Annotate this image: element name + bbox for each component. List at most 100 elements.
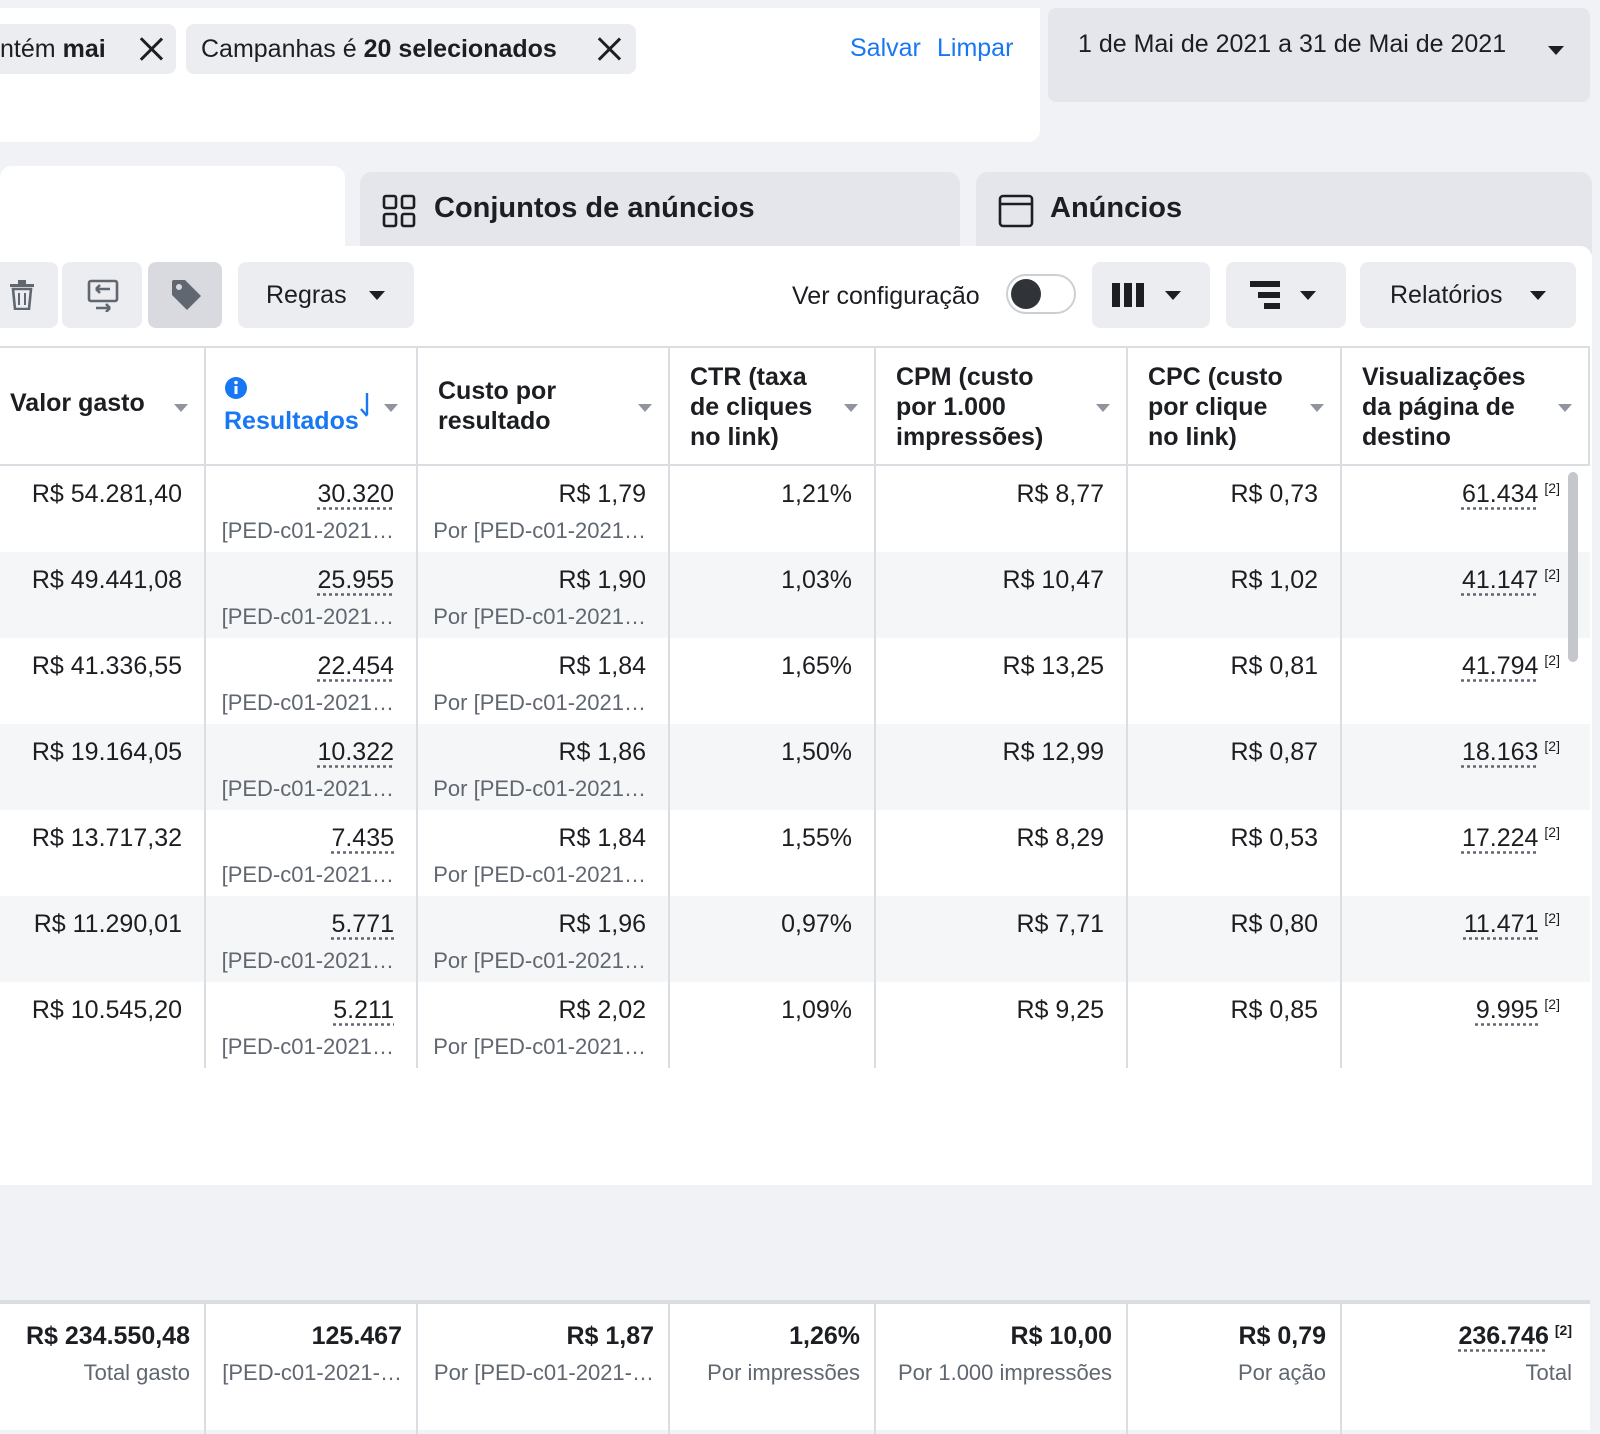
total-subtext: Por impressões	[707, 1360, 860, 1385]
cell-cpm: R$ 9,25	[876, 982, 1128, 1068]
column-header-label: Visualizações da página de destino	[1362, 363, 1526, 451]
clear-filter-button[interactable]: Limpar	[937, 34, 1013, 63]
column-header-label: Resultados	[224, 407, 359, 435]
attribution-note: [2]	[1544, 652, 1560, 668]
cell-value[interactable]: 18.163 [2]	[1462, 738, 1560, 767]
cell-value: R$ 1,84	[558, 824, 646, 852]
cell-value[interactable]: 5.771	[331, 910, 394, 939]
cell-spend: R$ 54.281,40	[0, 466, 206, 552]
close-icon[interactable]	[138, 36, 164, 62]
delete-button[interactable]	[0, 262, 58, 328]
breakdown-button[interactable]	[1226, 262, 1346, 328]
cell-lpv: 61.434 [2]	[1342, 466, 1590, 552]
total-subtext: [PED-c01-2021-…	[222, 1360, 402, 1385]
cell-ctr: 1,03%	[670, 552, 876, 638]
cell-value-text[interactable]: 9.995	[1476, 996, 1539, 1024]
table-row[interactable]: R$ 11.290,01 5.771 [PED-c01-2021… R$ 1,96 Po…	[0, 896, 1590, 982]
cell-cpr: R$ 2,02 Por [PED-c01-2021…	[418, 982, 670, 1068]
cell-value[interactable]: 17.224 [2]	[1462, 824, 1560, 853]
table-row[interactable]: R$ 54.281,40 30.320 [PED-c01-2021… R$ 1,79 P…	[0, 466, 1590, 552]
main-panel: Regras Ver configuração Relatórios Valor…	[0, 246, 1592, 1434]
attribution-note: [2]	[1544, 480, 1560, 496]
cell-ctr: 1,55%	[670, 810, 876, 896]
cell-ctr: 1,50%	[670, 724, 876, 810]
close-icon[interactable]	[596, 36, 622, 62]
cell-value[interactable]: 11.471 [2]	[1464, 910, 1560, 939]
tag-icon	[172, 280, 201, 310]
date-range-picker[interactable]: 1 de Mai de 2021 a 31 de Mai de 2021	[1048, 8, 1590, 102]
cell-subtext: Por [PED-c01-2021…	[433, 862, 646, 887]
cell-value-text[interactable]: 18.163	[1462, 738, 1538, 766]
filter-chip-name[interactable]: ntém mai	[0, 24, 176, 74]
info-icon[interactable]	[224, 376, 248, 400]
cell-value-text[interactable]: 11.471	[1464, 910, 1539, 938]
chevron-down-icon	[369, 291, 385, 300]
cell-value[interactable]: 41.794 [2]	[1462, 652, 1560, 681]
cell-ctr: 1,09%	[670, 982, 876, 1068]
column-header-cpm[interactable]: CPM (custo por 1.000 impressões)	[876, 346, 1128, 466]
attribution-note: [2]	[1544, 996, 1560, 1012]
cell-value[interactable]: 30.320	[318, 480, 394, 509]
column-header-ctr[interactable]: CTR (taxa de cliques no link)	[670, 346, 876, 466]
cell-value: R$ 1,79	[558, 480, 646, 508]
cell-value[interactable]: 61.434 [2]	[1462, 480, 1560, 509]
column-header-landing-page-views[interactable]: Visualizações da página de destino	[1342, 346, 1590, 466]
cell-results: 5.211 [PED-c01-2021…	[206, 982, 418, 1068]
cell-cpc: R$ 0,81	[1128, 638, 1342, 724]
ab-test-button[interactable]	[62, 262, 142, 328]
filter-chip-campaigns[interactable]: Campanhas é 20 selecionados	[186, 24, 636, 74]
cell-cpm: R$ 10,47	[876, 552, 1128, 638]
view-config-toggle[interactable]	[1006, 274, 1076, 314]
cell-value[interactable]: 9.995 [2]	[1476, 996, 1560, 1025]
cell-value: R$ 0,53	[1230, 824, 1318, 852]
vertical-scrollbar[interactable]	[1568, 472, 1578, 662]
cell-results: 10.322 [PED-c01-2021…	[206, 724, 418, 810]
cell-value[interactable]: 25.955	[318, 566, 394, 595]
column-header-cpc[interactable]: CPC (custo por clique no link)	[1128, 346, 1342, 466]
date-range-label: 1 de Mai de 2021 a 31 de Mai de 2021	[1078, 30, 1507, 58]
table-row[interactable]: R$ 41.336,55 22.454 [PED-c01-2021… R$ 1,84 P…	[0, 638, 1590, 724]
cell-value-text[interactable]: 17.224	[1462, 824, 1538, 852]
columns-button[interactable]	[1092, 262, 1210, 328]
cell-value[interactable]: 7.435	[331, 824, 394, 853]
rules-dropdown[interactable]: Regras	[238, 262, 414, 328]
cell-subtext: Por [PED-c01-2021…	[433, 518, 646, 543]
cell-value-text[interactable]: 41.147	[1462, 566, 1538, 594]
totals-row: R$ 234.550,48 Total gasto 125.467 [PED-c…	[0, 1300, 1590, 1434]
sort-icon	[1096, 404, 1110, 412]
table-row[interactable]: R$ 19.164,05 10.322 [PED-c01-2021… R$ 1,86 P…	[0, 724, 1590, 810]
cell-value[interactable]: 5.211	[333, 996, 394, 1025]
cell-subtext: [PED-c01-2021…	[221, 690, 394, 715]
cell-spend: R$ 11.290,01	[0, 896, 206, 982]
cell-ctr: 0,97%	[670, 896, 876, 982]
tab-ad-sets[interactable]: Conjuntos de anúncios	[360, 172, 960, 254]
column-header-spend[interactable]: Valor gasto	[0, 346, 206, 466]
cell-value[interactable]: 10.322	[318, 738, 394, 767]
cell-value[interactable]: 22.454	[318, 652, 394, 681]
save-filter-button[interactable]: Salvar	[850, 34, 921, 63]
tag-button[interactable]	[148, 262, 222, 328]
total-subtext: Total	[1525, 1360, 1572, 1385]
reports-dropdown[interactable]: Relatórios	[1360, 262, 1576, 328]
cell-cpr: R$ 1,86 Por [PED-c01-2021…	[418, 724, 670, 810]
table-row[interactable]: R$ 13.717,32 7.435 [PED-c01-2021… R$ 1,84 Po…	[0, 810, 1590, 896]
tab-ads-label: Anúncios	[1050, 192, 1183, 224]
table-row[interactable]: R$ 49.441,08 25.955 [PED-c01-2021… R$ 1,90 P…	[0, 552, 1590, 638]
cell-cpc: R$ 0,53	[1128, 810, 1342, 896]
cell-value-text[interactable]: 61.434	[1462, 480, 1538, 508]
total-value[interactable]: 236.746	[1459, 1322, 1549, 1350]
tab-campaigns[interactable]	[0, 166, 345, 254]
cell-cpm: R$ 8,29	[876, 810, 1128, 896]
column-header-cost-per-result[interactable]: Custo por resultado	[418, 346, 670, 466]
cell-value-text[interactable]: 41.794	[1462, 652, 1538, 680]
cell-subtext: [PED-c01-2021…	[221, 948, 394, 973]
chevron-down-icon	[1548, 46, 1564, 55]
column-header-label: CPM (custo por 1.000 impressões)	[896, 363, 1044, 451]
cell-value: 1,21%	[781, 480, 852, 508]
column-header-results[interactable]: Resultados	[206, 346, 418, 466]
table-row[interactable]: R$ 10.545,20 5.211 [PED-c01-2021… R$ 2,02 Po…	[0, 982, 1590, 1068]
cell-value[interactable]: 41.147 [2]	[1462, 566, 1560, 595]
cell-cpr: R$ 1,84 Por [PED-c01-2021…	[418, 810, 670, 896]
cell-value: R$ 8,29	[1016, 824, 1104, 852]
tab-ads[interactable]: Anúncios	[976, 172, 1592, 254]
